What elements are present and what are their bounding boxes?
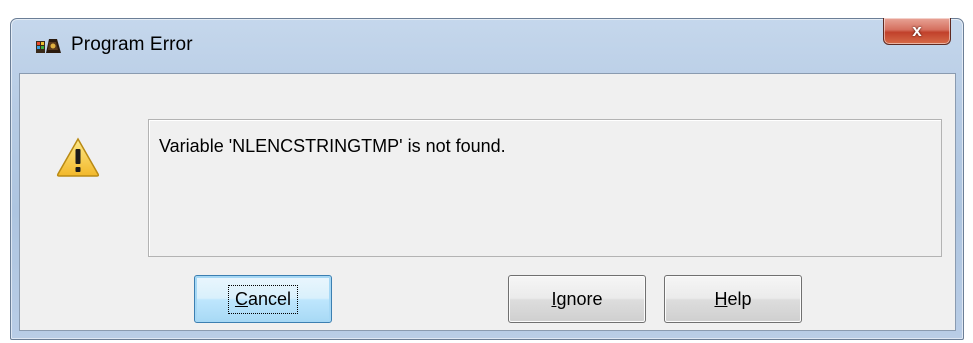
- title-bar[interactable]: Program Error x: [11, 18, 963, 71]
- ignore-button[interactable]: Ignore: [508, 275, 646, 323]
- program-error-dialog: Program Error x Variable 'NLENCSTRINGTMP…: [0, 0, 973, 343]
- warning-icon: [56, 137, 100, 177]
- close-button[interactable]: x: [883, 18, 951, 45]
- cancel-button[interactable]: Cancel: [194, 275, 332, 323]
- help-accelerator: H: [714, 288, 728, 309]
- error-message: Variable 'NLENCSTRINGTMP' is not found.: [159, 136, 506, 156]
- cancel-label-rest: ancel: [247, 288, 292, 309]
- help-label-rest: elp: [727, 288, 752, 309]
- cancel-accelerator: C: [234, 288, 248, 309]
- dialog-body: Variable 'NLENCSTRINGTMP' is not found. …: [19, 73, 956, 331]
- message-box: Variable 'NLENCSTRINGTMP' is not found.: [148, 119, 942, 257]
- ignore-label: Ignore: [551, 289, 602, 310]
- window-title: Program Error: [71, 34, 193, 55]
- window-frame: Program Error x Variable 'NLENCSTRINGTMP…: [10, 18, 964, 340]
- close-icon: x: [912, 21, 922, 40]
- program-error-icon: [35, 36, 63, 56]
- cancel-label: Cancel: [227, 284, 299, 314]
- ignore-label-rest: gnore: [556, 288, 603, 309]
- help-label: Help: [714, 289, 751, 310]
- help-button[interactable]: Help: [664, 275, 802, 323]
